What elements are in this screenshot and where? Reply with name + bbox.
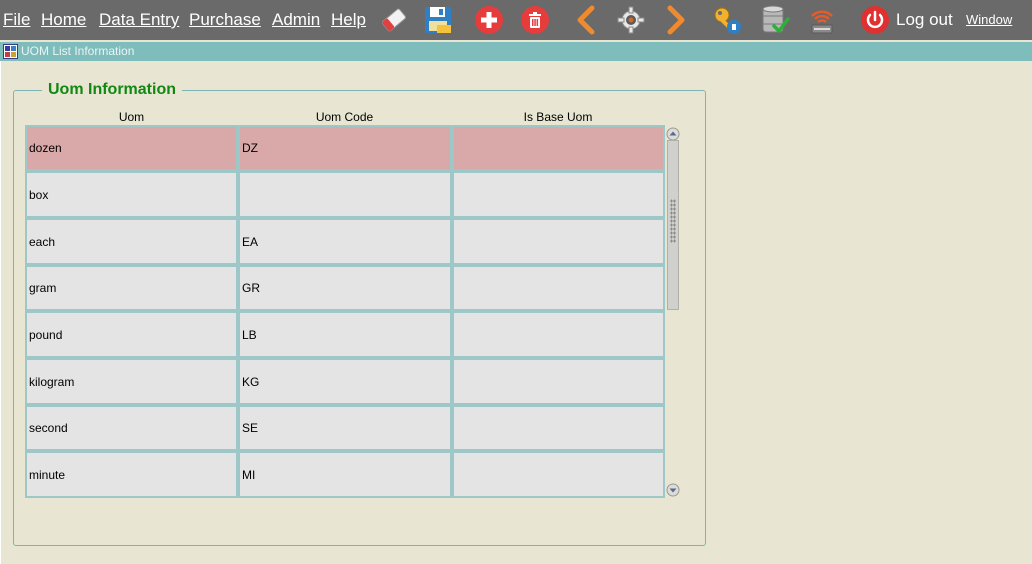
logout-button[interactable]: Log out	[896, 9, 953, 31]
uom-cell[interactable]: pound	[25, 311, 238, 358]
column-header-uom: Uom	[118, 110, 145, 124]
is-base-uom-cell[interactable]	[452, 218, 665, 265]
is-base-uom-cell[interactable]	[452, 265, 665, 311]
column-header-uom-code: Uom Code	[315, 110, 374, 124]
uom-cell[interactable]: box	[25, 171, 238, 218]
uom-code-cell[interactable]: SE	[238, 405, 452, 451]
scroll-thumb[interactable]	[667, 140, 679, 310]
scroll-grip	[670, 199, 676, 243]
uom-code-cell[interactable]: DZ	[238, 125, 452, 171]
menu-home[interactable]: Home	[41, 9, 86, 31]
left-border	[0, 61, 1, 564]
uom-cell[interactable]: each	[25, 218, 238, 265]
is-base-uom-cell[interactable]	[452, 171, 665, 218]
column-header-is-base-uom: Is Base Uom	[523, 110, 593, 124]
key-icon[interactable]	[711, 4, 743, 36]
group-title: Uom Information	[42, 80, 182, 100]
uom-code-cell[interactable]: KG	[238, 358, 452, 405]
uom-code-cell[interactable]: LB	[238, 311, 452, 358]
window-title-bar: UOM List Information	[0, 42, 1032, 61]
save-icon[interactable]	[422, 4, 454, 36]
uom-code-cell[interactable]: MI	[238, 451, 452, 498]
uom-code-cell[interactable]	[238, 171, 452, 218]
is-base-uom-cell[interactable]	[452, 405, 665, 451]
menu-window[interactable]: Window	[966, 11, 1012, 29]
forward-icon[interactable]	[660, 4, 692, 36]
uom-code-cell[interactable]: GR	[238, 265, 452, 311]
settings-icon[interactable]	[615, 4, 647, 36]
vertical-scrollbar[interactable]	[666, 126, 680, 497]
menu-admin[interactable]: Admin	[272, 9, 320, 31]
scroll-down-button[interactable]	[666, 482, 680, 497]
window-title: UOM List Information	[21, 44, 135, 58]
menu-data-entry[interactable]: Data Entry	[99, 9, 179, 31]
menu-bar: File Home Data Entry Purchase Admin Help	[0, 0, 1032, 40]
add-icon[interactable]	[473, 4, 505, 36]
menu-purchase[interactable]: Purchase	[189, 9, 261, 31]
uom-cell[interactable]: kilogram	[25, 358, 238, 405]
uom-cell[interactable]: gram	[25, 265, 238, 311]
network-icon[interactable]	[806, 4, 838, 36]
menu-help[interactable]: Help	[331, 9, 366, 31]
is-base-uom-cell[interactable]	[452, 451, 665, 498]
back-icon[interactable]	[570, 4, 602, 36]
is-base-uom-cell[interactable]	[452, 125, 665, 171]
uom-cell[interactable]: minute	[25, 451, 238, 498]
is-base-uom-cell[interactable]	[452, 358, 665, 405]
uom-cell[interactable]: dozen	[25, 125, 238, 171]
is-base-uom-cell[interactable]	[452, 311, 665, 358]
scroll-up-button[interactable]	[666, 126, 680, 141]
uom-cell[interactable]: second	[25, 405, 238, 451]
menu-file[interactable]: File	[3, 9, 30, 31]
power-icon[interactable]	[859, 4, 891, 36]
database-icon[interactable]	[758, 4, 790, 36]
app-window-icon	[3, 44, 18, 59]
uom-code-cell[interactable]: EA	[238, 218, 452, 265]
delete-icon[interactable]	[519, 4, 551, 36]
eraser-icon[interactable]	[378, 4, 410, 36]
